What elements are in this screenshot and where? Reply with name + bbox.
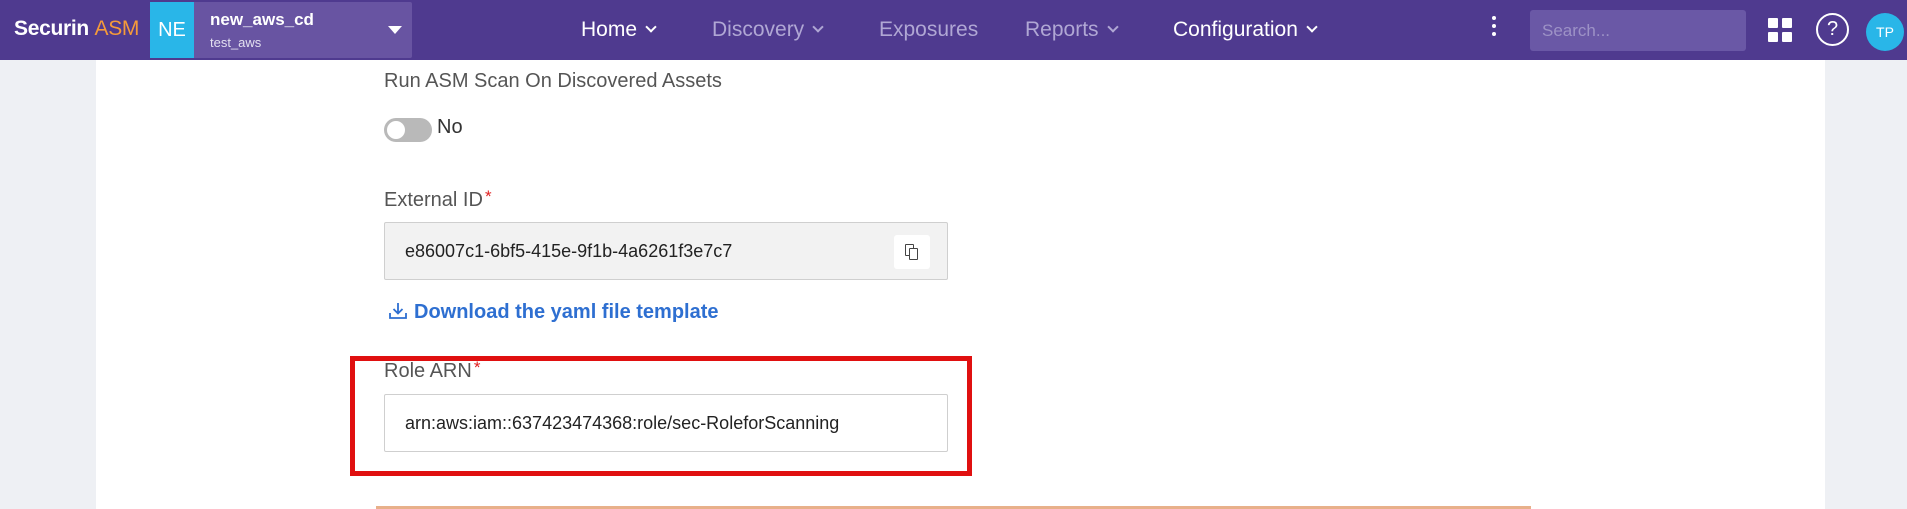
role-arn-label-text: Role ARN: [384, 360, 472, 382]
toggle-knob: [387, 121, 405, 139]
org-badge: NE: [150, 2, 194, 58]
scan-toggle-state: No: [437, 116, 463, 138]
chevron-down-icon: [645, 21, 657, 33]
top-nav-bar: Securin ASM NE new_aws_cd test_aws Home …: [0, 0, 1907, 60]
nav-home[interactable]: Home: [581, 0, 657, 60]
nav-home-label: Home: [581, 18, 638, 41]
chevron-down-icon: [812, 21, 824, 33]
nav-discovery-label: Discovery: [712, 18, 805, 41]
copy-button[interactable]: [894, 235, 930, 269]
required-marker: *: [484, 187, 492, 206]
nav-configuration[interactable]: Configuration: [1173, 0, 1318, 60]
apps-grid-icon[interactable]: [1768, 18, 1792, 42]
nav-exposures[interactable]: Exposures: [879, 0, 978, 60]
kebab-icon[interactable]: [1491, 16, 1497, 42]
required-marker: *: [473, 358, 481, 377]
nav-discovery[interactable]: Discovery: [712, 0, 824, 60]
external-id-label-text: External ID: [384, 189, 483, 211]
nav-reports[interactable]: Reports: [1025, 0, 1119, 60]
external-id-field: e86007c1-6bf5-415e-9f1b-4a6261f3e7c7: [384, 222, 948, 280]
nav-configuration-label: Configuration: [1173, 18, 1298, 41]
caret-down-icon: [388, 26, 402, 34]
external-id-value: e86007c1-6bf5-415e-9f1b-4a6261f3e7c7: [405, 241, 733, 261]
download-link-text: Download the yaml file template: [414, 301, 719, 323]
role-arn-value: arn:aws:iam::637423474368:role/sec-Rolef…: [405, 413, 840, 433]
search-input[interactable]: [1530, 10, 1746, 51]
scan-label: Run ASM Scan On Discovered Assets: [384, 70, 722, 92]
chevron-down-icon: [1106, 21, 1119, 33]
help-icon[interactable]: ?: [1816, 13, 1849, 46]
brand-name: Securin: [14, 17, 89, 40]
scan-toggle[interactable]: [384, 118, 432, 142]
org-subtitle: test_aws: [210, 35, 262, 50]
brand-product: ASM: [94, 17, 140, 40]
brand-logo[interactable]: Securin ASM: [14, 17, 139, 41]
org-switcher[interactable]: NE new_aws_cd test_aws: [150, 2, 412, 58]
external-id-label: External ID *: [384, 187, 492, 212]
chevron-down-icon: [1306, 21, 1318, 33]
download-template-link[interactable]: Download the yaml file template: [388, 301, 719, 324]
role-arn-label: Role ARN *: [384, 358, 481, 383]
nav-exposures-label: Exposures: [879, 18, 979, 41]
download-icon: [389, 302, 407, 319]
nav-reports-label: Reports: [1025, 18, 1099, 41]
role-arn-input[interactable]: arn:aws:iam::637423474368:role/sec-Rolef…: [384, 394, 948, 452]
avatar[interactable]: TP: [1866, 13, 1904, 51]
org-name: new_aws_cd: [210, 10, 314, 29]
